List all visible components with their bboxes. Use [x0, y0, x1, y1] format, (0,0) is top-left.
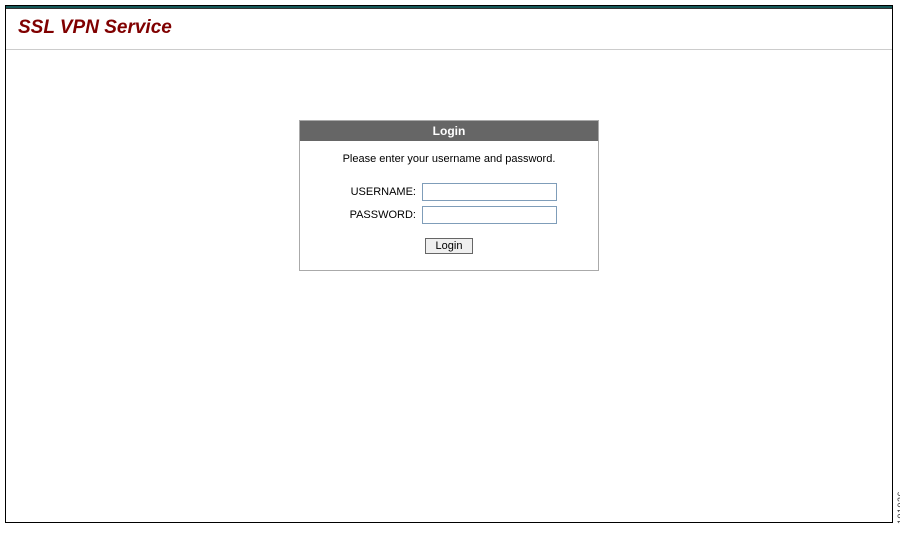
username-label: USERNAME: [341, 186, 416, 198]
login-panel-title: Login [300, 121, 598, 141]
password-input[interactable] [422, 206, 557, 224]
login-panel-body: Please enter your username and password.… [300, 141, 598, 270]
username-row: USERNAME: [310, 183, 588, 201]
page-title: SSL VPN Service [18, 17, 880, 39]
username-input[interactable] [422, 183, 557, 201]
app-window: SSL VPN Service Login Please enter your … [5, 5, 893, 523]
password-row: PASSWORD: [310, 206, 588, 224]
figure-code: 191936 [896, 491, 900, 524]
content-area: Login Please enter your username and pas… [6, 50, 892, 271]
login-panel: Login Please enter your username and pas… [299, 120, 599, 271]
header: SSL VPN Service [6, 9, 892, 49]
login-button[interactable]: Login [425, 238, 474, 254]
login-button-row: Login [310, 236, 588, 254]
password-label: PASSWORD: [341, 209, 416, 221]
login-instruction: Please enter your username and password. [310, 153, 588, 165]
